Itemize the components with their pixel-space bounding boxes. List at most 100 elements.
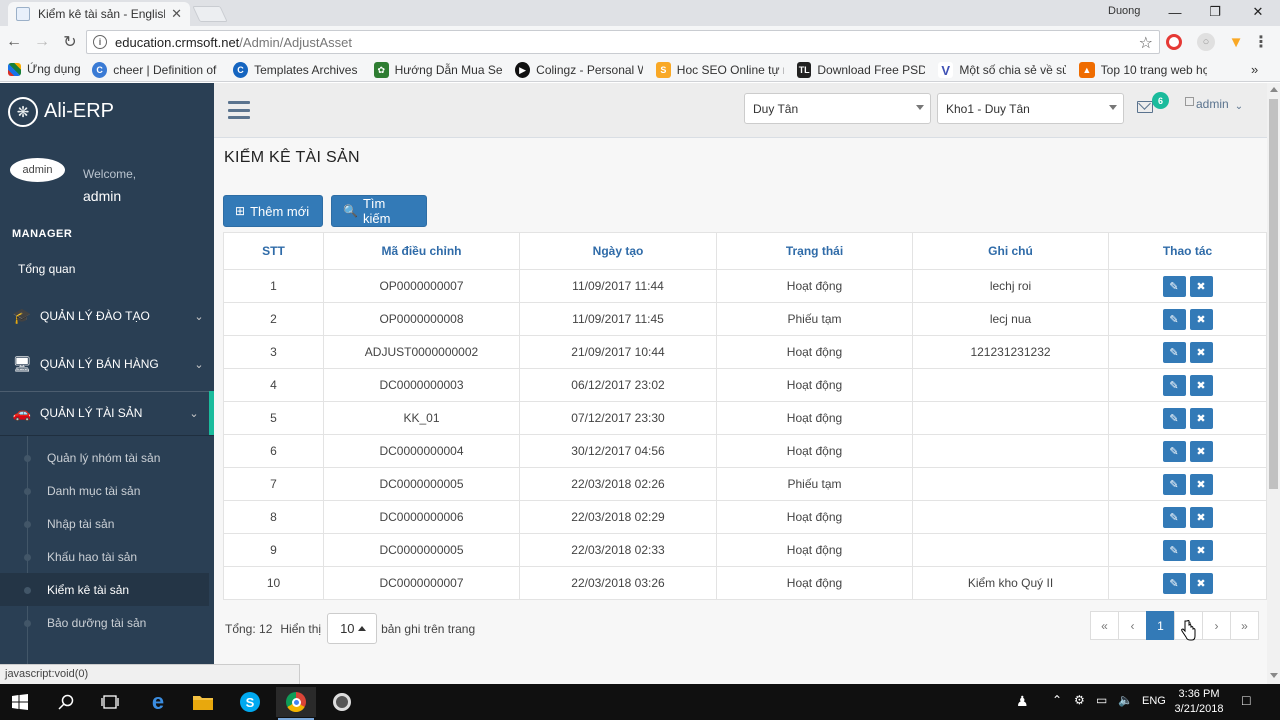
username: admin [83,188,122,204]
bookmark-item[interactable]: TL Download Free PSD T [797,62,925,78]
edit-icon[interactable]: ✎ [1162,473,1186,495]
delete-icon[interactable]: ✖ [1189,506,1213,528]
notifications-icon[interactable]: □ [1242,692,1250,708]
sidebar-group-training[interactable]: 🎓 QUẢN LÝ ĐÀO TẠO ⌄ [0,294,214,338]
address-bar[interactable]: i education.crmsoft.net /Admin/AdjustAss… [86,30,1160,54]
browser-tab[interactable]: Kiểm kê tài sản - English ✕ [8,2,190,26]
delete-icon[interactable]: ✖ [1189,407,1213,429]
bookmark-item[interactable]: C cheer | Definition of c [92,62,220,78]
bookmarks-overflow-icon[interactable]: » [1251,62,1258,77]
minimize-icon[interactable]: — [1160,2,1190,22]
vertical-scrollbar[interactable] [1267,83,1280,684]
volume-muted-icon[interactable]: 🔈 [1118,693,1133,707]
delete-icon[interactable]: ✖ [1189,473,1213,495]
welcome-text: Welcome, [83,167,137,181]
window-user-name[interactable]: Duong [1108,5,1140,17]
pager-button[interactable]: « [1090,611,1119,640]
funnel-extension-icon[interactable]: ▼ [1227,33,1245,51]
edit-icon[interactable]: ✎ [1162,572,1186,594]
sidebar-item-asset-depreciation[interactable]: Khấu hao tài sản [0,540,209,573]
back-arrow-icon[interactable]: ← [0,28,28,56]
display-icon[interactable]: ▭ [1096,693,1107,707]
pager-button[interactable]: 1 [1146,611,1175,640]
sidebar-item-overview[interactable]: Tổng quan [18,262,75,276]
tray-overflow-icon[interactable]: ⌃ [1052,693,1062,707]
language-indicator[interactable]: ENG [1142,695,1166,707]
menu-toggle-icon[interactable] [228,101,250,119]
scroll-down-icon[interactable] [1270,673,1278,678]
people-icon[interactable]: ♟ [1016,693,1029,710]
search-button[interactable]: 🔍 Tìm kiếm [331,195,427,227]
branch-select[interactable]: Duy Tân [744,93,931,124]
edit-icon[interactable]: ✎ [1162,539,1186,561]
sidebar-item-asset-inventory[interactable]: Kiểm kê tài sản [0,573,209,606]
new-tab-button[interactable] [192,6,228,22]
sidebar-item-asset-groups[interactable]: Quản lý nhóm tài sản [0,441,209,474]
bookmark-item[interactable]: ✿ Hướng Dẫn Mua Serv [374,62,502,78]
media-player-icon[interactable] [322,687,362,717]
edit-icon[interactable]: ✎ [1162,308,1186,330]
edit-icon[interactable]: ✎ [1162,407,1186,429]
table-cell: DC0000000005 [323,533,520,567]
table-cell: 1 [223,269,324,303]
table-cell: lechj roi [912,269,1109,303]
extension-icon[interactable]: ○ [1197,33,1215,51]
bookmark-item[interactable]: ▲ Top 10 trang web họ [1079,62,1207,78]
templates-favicon-icon: C [233,62,249,78]
opera-extension-icon[interactable] [1166,34,1182,50]
delete-icon[interactable]: ✖ [1189,308,1213,330]
chrome-icon[interactable] [276,687,316,720]
edit-icon[interactable]: ✎ [1162,275,1186,297]
task-view-icon[interactable] [90,687,130,717]
bookmark-item[interactable]: ▶ Colingz - Personal W [515,62,643,78]
network-icon[interactable]: ⚙ [1074,693,1085,707]
skype-icon[interactable]: S [230,687,270,717]
sidebar-item-asset-maintenance[interactable]: Bảo dưỡng tài sản [0,606,209,639]
delete-icon[interactable]: ✖ [1189,572,1213,594]
tab-close-icon[interactable]: ✕ [171,6,182,22]
sidebar-group-sales[interactable]: 🖥 QUẢN LÝ BÁN HÀNG ⌄ [0,342,214,386]
sidebar-item-asset-catalog[interactable]: Danh mục tài sản [0,474,209,507]
browser-menu-icon[interactable]: ⋮ [1252,33,1270,51]
graduation-cap-icon: 🎓 [12,308,32,325]
pager-button[interactable]: » [1230,611,1259,640]
pager-button[interactable]: ‹ [1118,611,1147,640]
envelope-icon[interactable] [1137,101,1153,113]
file-explorer-icon[interactable] [183,687,223,717]
delete-icon[interactable]: ✖ [1189,275,1213,297]
system-clock[interactable]: 3:36 PM 3/21/2018 [1170,687,1228,717]
sidebar-item-asset-import[interactable]: Nhập tài sản [0,507,209,540]
edit-icon[interactable]: ✎ [1162,374,1186,396]
edge-browser-icon[interactable]: e [138,687,178,717]
table-footer: Tổng: 12 Hiển thị 10 bản ghi trên trang [225,613,475,644]
delete-icon[interactable]: ✖ [1189,539,1213,561]
forward-arrow-icon[interactable]: → [28,28,56,56]
window-close-icon[interactable]: ✕ [1243,2,1273,22]
scroll-up-icon[interactable] [1270,87,1278,92]
bookmark-star-icon[interactable]: ☆ [1139,33,1153,53]
site-info-icon[interactable]: i [93,35,107,49]
scroll-thumb[interactable] [1269,99,1278,489]
delete-icon[interactable]: ✖ [1189,440,1213,462]
restore-icon[interactable]: ❐ [1200,2,1230,22]
brand[interactable]: ❋ Ali-ERP [0,83,214,140]
page-size-select[interactable]: 10 [327,613,378,644]
add-new-button[interactable]: ⊞ Thêm mới [223,195,323,227]
delete-icon[interactable]: ✖ [1189,374,1213,396]
search-taskbar-icon[interactable] [46,687,86,717]
row-actions: ✎ ✖ [1108,302,1267,336]
warehouse-select[interactable]: Kho1 - Duy Tân [937,93,1124,124]
pager-button[interactable]: › [1202,611,1231,640]
edit-icon[interactable]: ✎ [1162,341,1186,363]
sidebar-group-assets[interactable]: 🚗 QUẢN LÝ TÀI SẢN ⌄ [0,391,214,435]
bookmark-item[interactable]: C Templates Archives » [233,62,361,78]
delete-icon[interactable]: ✖ [1189,341,1213,363]
user-menu[interactable]: admin ⌄ [1185,97,1243,112]
reload-icon[interactable]: ↻ [56,28,84,56]
bookmark-item[interactable]: S Hoc SEO Online tự m [656,62,784,78]
bookmark-apps[interactable]: Ứng dụng [8,62,81,76]
windows-start-icon[interactable] [0,687,40,717]
edit-icon[interactable]: ✎ [1162,440,1186,462]
bookmark-item[interactable]: V Một số chia sẻ về sử [938,62,1066,78]
edit-icon[interactable]: ✎ [1162,506,1186,528]
